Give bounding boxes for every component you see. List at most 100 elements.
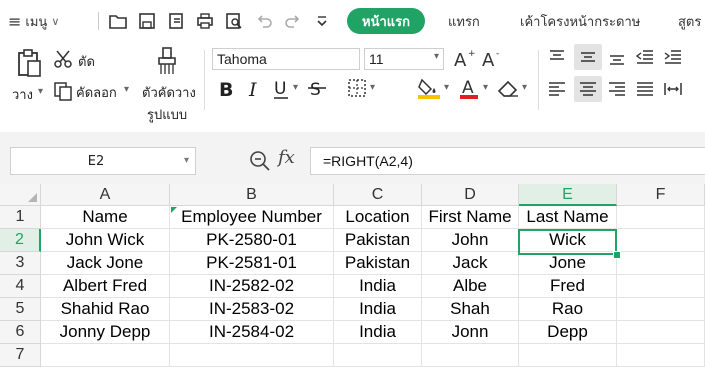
font-name-input[interactable]: Tahoma: [212, 48, 360, 70]
cell-f7[interactable]: [617, 344, 705, 367]
print-preview-icon[interactable]: [223, 10, 245, 32]
decrease-font-icon[interactable]: A-: [480, 46, 504, 70]
cell-b3[interactable]: PK-2581-01: [170, 252, 334, 275]
borders-dropdown-icon[interactable]: ▾: [370, 82, 375, 93]
cell-a2[interactable]: John Wick: [41, 229, 170, 252]
cell-c3[interactable]: Pakistan: [334, 252, 422, 275]
cell-a5[interactable]: Shahid Rao: [41, 298, 170, 321]
underline-dropdown-icon[interactable]: ▾: [293, 82, 298, 93]
cell-f4[interactable]: [617, 275, 705, 298]
cell-d1[interactable]: First Name: [422, 206, 519, 229]
cell-a6[interactable]: Jonny Depp: [41, 321, 170, 344]
undo-icon[interactable]: [253, 10, 275, 32]
justify-icon[interactable]: [634, 78, 656, 100]
cut-label[interactable]: ตัด: [78, 51, 95, 72]
cell-b2[interactable]: PK-2580-01: [170, 229, 334, 252]
align-right-icon[interactable]: [606, 78, 628, 100]
cell-f2[interactable]: [617, 229, 705, 252]
font-color-dropdown-icon[interactable]: ▾: [483, 82, 488, 93]
cell-f5[interactable]: [617, 298, 705, 321]
italic-icon[interactable]: I: [244, 76, 266, 100]
save-icon[interactable]: [136, 10, 158, 32]
cell-d5[interactable]: Shah: [422, 298, 519, 321]
fill-handle[interactable]: [613, 251, 621, 259]
align-left-icon[interactable]: [546, 78, 568, 100]
cell-a3[interactable]: Jack Jone: [41, 252, 170, 275]
cell-d6[interactable]: Jonn: [422, 321, 519, 344]
cell-d4[interactable]: Albe: [422, 275, 519, 298]
cell-c1[interactable]: Location: [334, 206, 422, 229]
column-header-a[interactable]: A: [41, 184, 170, 206]
format-painter-label[interactable]: ตัวคัดวาง: [142, 82, 196, 103]
cell-c2[interactable]: Pakistan: [334, 229, 422, 252]
cell-c7[interactable]: [334, 344, 422, 367]
row-header-4[interactable]: 4: [0, 275, 41, 298]
fx-icon[interactable]: fx: [278, 147, 295, 168]
select-all-button[interactable]: [0, 184, 41, 206]
align-bottom-icon[interactable]: [606, 46, 628, 68]
cell-d2[interactable]: John: [422, 229, 519, 252]
cell-b7[interactable]: [170, 344, 334, 367]
print-icon[interactable]: [194, 10, 216, 32]
cell-e3[interactable]: Jone: [519, 252, 617, 275]
tab-page-layout[interactable]: เค้าโครงหน้ากระดาษ: [520, 8, 640, 34]
row-header-5[interactable]: 5: [0, 298, 41, 321]
align-top-icon[interactable]: [546, 46, 568, 68]
increase-font-icon[interactable]: A +: [452, 46, 476, 70]
folder-open-icon[interactable]: [107, 10, 129, 32]
column-header-f[interactable]: F: [617, 184, 705, 206]
cell-e1[interactable]: Last Name: [519, 206, 617, 229]
clear-dropdown-icon[interactable]: ▾: [522, 82, 527, 93]
cell-e4[interactable]: Fred: [519, 275, 617, 298]
tab-insert[interactable]: แทรก: [448, 8, 480, 34]
cell-b4[interactable]: IN-2582-02: [170, 275, 334, 298]
customize-chevron-icon[interactable]: [311, 10, 333, 32]
cell-c5[interactable]: India: [334, 298, 422, 321]
row-header-3[interactable]: 3: [0, 252, 41, 275]
tab-formulas[interactable]: สูตร: [678, 8, 701, 34]
cell-b1[interactable]: Employee Number: [170, 206, 334, 229]
row-header-1[interactable]: 1: [0, 206, 41, 229]
row-header-2[interactable]: 2: [0, 229, 41, 252]
cell-e5[interactable]: Rao: [519, 298, 617, 321]
paste-label[interactable]: วาง: [12, 84, 33, 105]
decrease-indent-icon[interactable]: [634, 46, 656, 68]
cell-e2[interactable]: Wick: [519, 229, 617, 252]
paste-dropdown-icon[interactable]: ▾: [38, 86, 43, 97]
column-header-b[interactable]: B: [170, 184, 334, 206]
cell-d3[interactable]: Jack: [422, 252, 519, 275]
fill-color-dropdown-icon[interactable]: ▾: [444, 82, 449, 93]
strikethrough-icon[interactable]: S: [306, 76, 328, 100]
cell-b5[interactable]: IN-2583-02: [170, 298, 334, 321]
align-middle-icon[interactable]: [574, 44, 602, 70]
paste-icon[interactable]: [14, 48, 44, 78]
cell-e7[interactable]: [519, 344, 617, 367]
fill-color-icon[interactable]: [416, 76, 442, 100]
export-icon[interactable]: [165, 10, 187, 32]
column-header-c[interactable]: C: [334, 184, 422, 206]
bold-icon[interactable]: B: [216, 76, 238, 100]
format-painter-icon[interactable]: [154, 46, 180, 76]
menu-button[interactable]: ≡ เมนู ∨: [8, 10, 59, 32]
column-header-e[interactable]: E: [519, 184, 617, 206]
eraser-icon[interactable]: [496, 76, 520, 100]
increase-indent-icon[interactable]: [662, 46, 684, 68]
cell-b6[interactable]: IN-2584-02: [170, 321, 334, 344]
copy-icon[interactable]: [52, 80, 74, 102]
tab-home[interactable]: หน้าแรก: [347, 8, 425, 34]
cell-a4[interactable]: Albert Fred: [41, 275, 170, 298]
formula-input[interactable]: =RIGHT(A2,4): [310, 147, 705, 175]
cell-f3[interactable]: [617, 252, 705, 275]
underline-icon[interactable]: U: [270, 76, 292, 100]
borders-icon[interactable]: [346, 76, 368, 100]
cell-f6[interactable]: [617, 321, 705, 344]
redo-icon[interactable]: [282, 10, 304, 32]
font-size-input[interactable]: 11 ▾: [364, 48, 444, 70]
row-header-7[interactable]: 7: [0, 344, 41, 367]
scissors-icon[interactable]: [52, 48, 74, 70]
cell-f1[interactable]: [617, 206, 705, 229]
cell-c4[interactable]: India: [334, 275, 422, 298]
align-center-icon[interactable]: [574, 76, 602, 102]
row-header-6[interactable]: 6: [0, 321, 41, 344]
column-header-d[interactable]: D: [422, 184, 519, 206]
